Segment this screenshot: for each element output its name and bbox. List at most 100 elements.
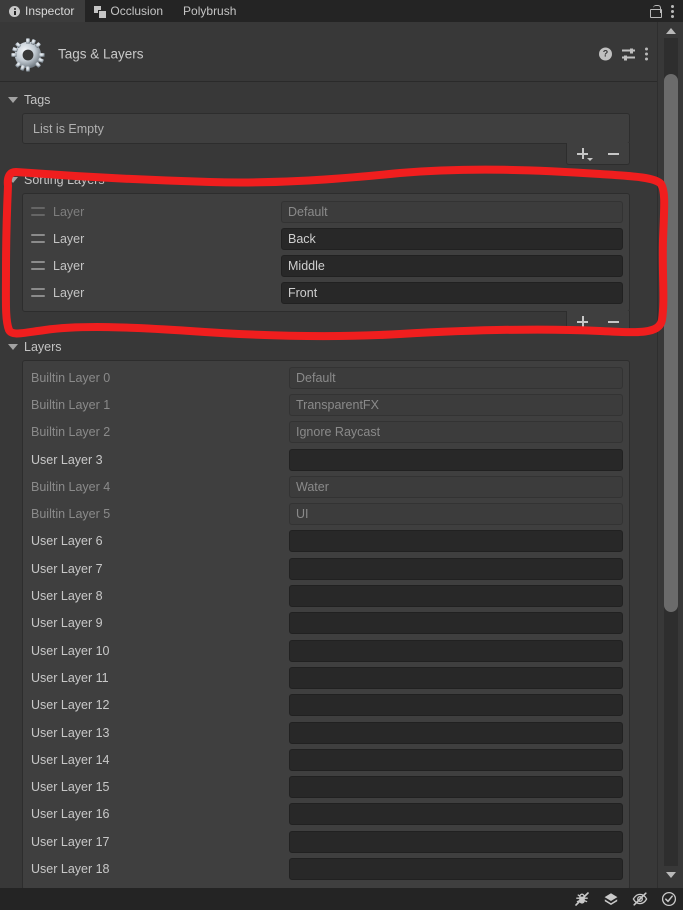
- layer-row[interactable]: User Layer 17: [23, 828, 623, 855]
- layer-name-input[interactable]: [289, 530, 623, 553]
- tab-polybrush-label: Polybrush: [183, 4, 237, 18]
- inspector-content: Tags & Layers ? Tags List is Empty Sorti…: [0, 22, 657, 888]
- layer-name-input[interactable]: [289, 585, 623, 608]
- scrollbar-thumb[interactable]: [664, 74, 678, 612]
- layer-name-input[interactable]: [289, 557, 623, 580]
- tags-toolbar: [22, 143, 630, 165]
- layer-name-input[interactable]: [289, 776, 623, 799]
- tags-empty-text: List is Empty: [33, 121, 104, 136]
- kebab-menu-icon[interactable]: [645, 47, 648, 61]
- layer-row[interactable]: Builtin Layer 2 Ignore Raycast: [23, 419, 623, 446]
- sorting-layer-label: Layer: [53, 204, 85, 219]
- layer-row[interactable]: User Layer 14: [23, 746, 623, 773]
- layer-name-input[interactable]: [289, 830, 623, 853]
- layer-name-input[interactable]: [289, 639, 623, 662]
- chevron-down-icon: [8, 97, 18, 103]
- layer-name-input: Water: [289, 475, 623, 498]
- layer-label: User Layer 11: [31, 670, 109, 685]
- gear-icon: [11, 38, 45, 72]
- tab-bar-actions: [650, 0, 683, 22]
- chevron-down-icon: [587, 158, 593, 161]
- tab-inspector[interactable]: Inspector: [0, 0, 86, 22]
- layer-label: User Layer 7: [31, 561, 103, 576]
- sorting-layer-row[interactable]: Layer Front: [29, 279, 623, 306]
- check-circle-icon[interactable]: [661, 891, 677, 907]
- sorting-layer-row[interactable]: Layer Back: [29, 225, 623, 252]
- add-tag-button[interactable]: [567, 143, 598, 164]
- foldout-sorting-layers-label: Sorting Layers: [24, 173, 105, 187]
- sorting-layer-row[interactable]: Layer Middle: [29, 252, 623, 279]
- tab-polybrush[interactable]: Polybrush: [174, 0, 247, 22]
- layer-name-input: TransparentFX: [289, 393, 623, 416]
- preset-settings-icon[interactable]: [622, 48, 635, 61]
- layer-row[interactable]: User Layer 15: [23, 773, 623, 800]
- layer-name-input[interactable]: [289, 748, 623, 771]
- add-sorting-layer-button[interactable]: [567, 311, 598, 332]
- drag-handle-icon: [31, 207, 45, 216]
- help-icon[interactable]: ?: [599, 47, 612, 61]
- eye-off-icon[interactable]: [632, 891, 648, 907]
- layer-label: User Layer 12: [31, 698, 110, 713]
- tab-occlusion-label: Occlusion: [110, 4, 164, 18]
- remove-tag-button[interactable]: [598, 143, 629, 164]
- layer-name-input[interactable]: [289, 694, 623, 717]
- layer-row[interactable]: User Layer 11: [23, 664, 623, 691]
- mute-bug-icon[interactable]: [574, 891, 590, 907]
- foldout-layers-label: Layers: [24, 340, 62, 354]
- sorting-layers-toolbar: [22, 311, 630, 333]
- layer-row[interactable]: User Layer 6: [23, 528, 623, 555]
- scroll-down-arrow-icon[interactable]: [665, 872, 676, 878]
- layer-row[interactable]: User Layer 16: [23, 801, 623, 828]
- scroll-up-arrow-icon[interactable]: [665, 28, 676, 34]
- layer-row[interactable]: User Layer 13: [23, 719, 623, 746]
- foldout-tags[interactable]: Tags: [0, 90, 657, 110]
- layer-row[interactable]: Builtin Layer 1 TransparentFX: [23, 391, 623, 418]
- sorting-layer-name-input[interactable]: Back: [281, 227, 623, 250]
- sorting-layer-label: Layer: [53, 231, 85, 246]
- drag-handle-icon[interactable]: [31, 288, 45, 297]
- component-header-actions: ?: [599, 47, 648, 61]
- layer-label: Builtin Layer 2: [31, 425, 111, 440]
- foldout-layers[interactable]: Layers: [0, 337, 657, 357]
- layer-name-input[interactable]: [289, 803, 623, 826]
- layer-row[interactable]: User Layer 10: [23, 637, 623, 664]
- remove-sorting-layer-button[interactable]: [598, 311, 629, 332]
- layer-row[interactable]: Builtin Layer 5 UI: [23, 500, 623, 527]
- tags-list: List is Empty: [22, 113, 630, 144]
- status-bar: [0, 888, 683, 910]
- drag-handle-icon[interactable]: [31, 234, 45, 243]
- layer-row[interactable]: User Layer 18: [23, 855, 623, 882]
- lock-open-icon[interactable]: [650, 4, 662, 18]
- window-tab-bar: Inspector Occlusion Polybrush: [0, 0, 683, 22]
- layer-row[interactable]: Builtin Layer 0 Default: [23, 364, 623, 391]
- chevron-down-icon: [8, 177, 18, 183]
- layer-name-input[interactable]: [289, 666, 623, 689]
- tab-occlusion[interactable]: Occlusion: [85, 0, 174, 22]
- layer-row[interactable]: User Layer 8: [23, 582, 623, 609]
- layer-label: User Layer 3: [31, 452, 103, 467]
- layer-name-input[interactable]: [289, 448, 623, 471]
- layer-row[interactable]: User Layer 7: [23, 555, 623, 582]
- tab-inspector-label: Inspector: [25, 4, 75, 18]
- layer-name-input[interactable]: [289, 721, 623, 744]
- drag-handle-icon[interactable]: [31, 261, 45, 270]
- layer-row[interactable]: Builtin Layer 4 Water: [23, 473, 623, 500]
- layer-name-input[interactable]: [289, 857, 623, 880]
- minus-icon: [608, 320, 619, 323]
- layer-row[interactable]: User Layer 9: [23, 610, 623, 637]
- layer-label: User Layer 18: [31, 861, 110, 876]
- kebab-menu-icon[interactable]: [671, 4, 674, 18]
- vertical-scrollbar[interactable]: [657, 22, 683, 888]
- layer-label: Builtin Layer 4: [31, 479, 111, 494]
- layer-label: User Layer 13: [31, 725, 110, 740]
- chevron-down-icon: [8, 344, 18, 350]
- foldout-sorting-layers[interactable]: Sorting Layers: [0, 170, 657, 190]
- sorting-layer-row[interactable]: Layer Default: [29, 198, 623, 225]
- layer-label: Builtin Layer 1: [31, 397, 111, 412]
- layer-name-input[interactable]: [289, 612, 623, 635]
- layer-row[interactable]: User Layer 12: [23, 692, 623, 719]
- layer-row[interactable]: User Layer 3: [23, 446, 623, 473]
- collab-cloud-icon[interactable]: [603, 891, 619, 907]
- sorting-layer-name-input[interactable]: Middle: [281, 254, 623, 277]
- sorting-layer-name-input[interactable]: Front: [281, 281, 623, 304]
